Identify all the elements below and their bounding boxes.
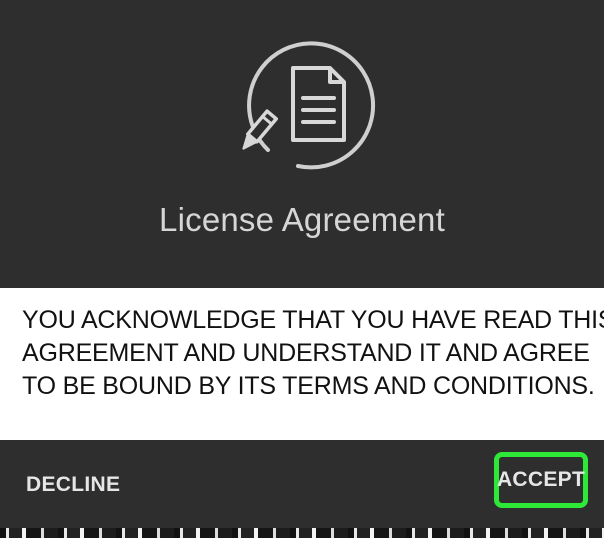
agreement-line: AGREEMENT AND UNDERSTAND IT AND AGREE bbox=[22, 339, 590, 367]
agreement-line: TO BE BOUND BY ITS TERMS AND CONDITIONS. bbox=[22, 372, 595, 400]
accept-button[interactable]: ACCEPT bbox=[494, 452, 588, 508]
license-document-icon bbox=[242, 41, 376, 170]
license-header: License Agreement bbox=[0, 0, 604, 288]
decline-button[interactable]: DECLINE bbox=[26, 470, 120, 500]
page-title: License Agreement bbox=[159, 201, 445, 238]
agreement-line: YOU ACKNOWLEDGE THAT YOU HAVE READ THIS bbox=[22, 306, 604, 334]
dialog-footer: DECLINE ACCEPT bbox=[0, 440, 604, 528]
agreement-text: YOU ACKNOWLEDGE THAT YOU HAVE READ THIS … bbox=[22, 304, 604, 403]
bottom-strip bbox=[0, 528, 604, 538]
